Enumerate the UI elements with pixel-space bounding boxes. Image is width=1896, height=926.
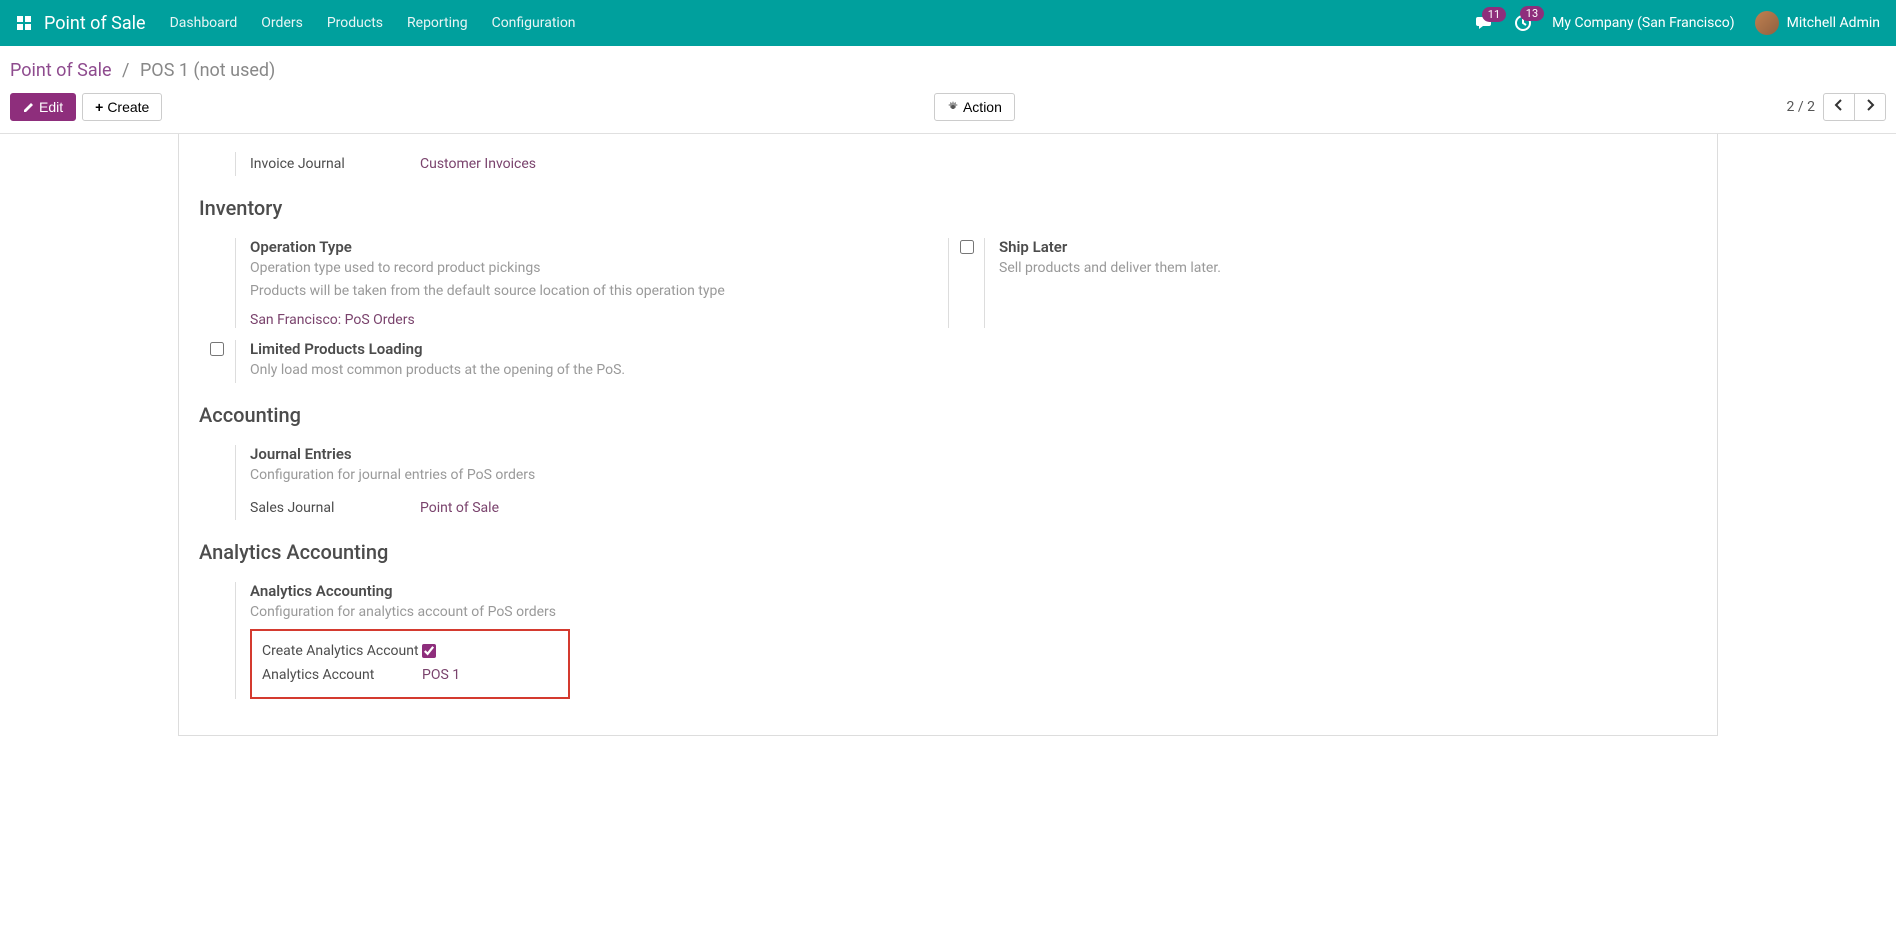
create-analytics-checkbox[interactable] <box>422 644 436 658</box>
analytics-sub-title: Analytics Accounting <box>250 582 1697 600</box>
invoice-journal-value[interactable]: Customer Invoices <box>420 156 536 172</box>
nav-configuration[interactable]: Configuration <box>492 15 576 31</box>
messages-badge: 11 <box>1482 7 1506 22</box>
chevron-right-icon <box>1865 99 1875 111</box>
action-button[interactable]: Action <box>934 93 1015 121</box>
journal-entries-desc: Configuration for journal entries of PoS… <box>250 465 1697 486</box>
ship-later-checkbox[interactable] <box>960 240 974 254</box>
analytics-account-value[interactable]: POS 1 <box>422 667 460 683</box>
nav-reporting[interactable]: Reporting <box>407 15 468 31</box>
create-button[interactable]: + Create <box>82 93 162 121</box>
sales-journal-value[interactable]: Point of Sale <box>420 500 499 516</box>
plus-icon: + <box>95 99 103 115</box>
section-analytics: Analytics Accounting <box>199 540 1697 564</box>
section-inventory: Inventory <box>199 196 1697 220</box>
app-brand[interactable]: Point of Sale <box>44 13 146 34</box>
operation-type-title: Operation Type <box>250 238 948 256</box>
avatar <box>1755 11 1779 35</box>
breadcrumb: Point of Sale / POS 1 (not used) <box>0 46 1896 89</box>
ship-later-desc: Sell products and deliver them later. <box>999 258 1697 279</box>
pager-prev[interactable] <box>1824 94 1854 120</box>
ship-later-title: Ship Later <box>999 238 1697 256</box>
analytics-highlight: Create Analytics Account Analytics Accou… <box>250 629 570 699</box>
messages-icon[interactable]: 11 <box>1476 15 1494 31</box>
user-menu[interactable]: Mitchell Admin <box>1755 11 1880 35</box>
section-accounting: Accounting <box>199 403 1697 427</box>
invoice-journal-label: Invoice Journal <box>250 156 420 172</box>
edit-button[interactable]: Edit <box>10 93 76 121</box>
operation-type-value[interactable]: San Francisco: PoS Orders <box>250 312 415 328</box>
activities-icon[interactable]: 13 <box>1514 14 1532 32</box>
control-bar: Edit + Create Action 2 / 2 <box>0 89 1896 134</box>
breadcrumb-sep: / <box>122 60 129 81</box>
pencil-icon <box>23 101 35 113</box>
chevron-left-icon <box>1834 99 1844 111</box>
analytics-account-label: Analytics Account <box>262 667 422 683</box>
form-sheet: Invoice Journal Customer Invoices Invent… <box>178 134 1718 736</box>
breadcrumb-root[interactable]: Point of Sale <box>10 60 112 81</box>
limited-products-desc: Only load most common products at the op… <box>250 360 1697 381</box>
activities-badge: 13 <box>1520 6 1544 21</box>
user-name: Mitchell Admin <box>1787 15 1880 31</box>
limited-products-checkbox[interactable] <box>210 342 224 356</box>
nav-orders[interactable]: Orders <box>261 15 303 31</box>
create-analytics-label: Create Analytics Account <box>262 643 422 659</box>
operation-type-desc2: Products will be taken from the default … <box>250 281 948 302</box>
analytics-desc: Configuration for analytics account of P… <box>250 602 1697 623</box>
pager-next[interactable] <box>1854 94 1885 120</box>
nav-products[interactable]: Products <box>327 15 383 31</box>
limited-products-title: Limited Products Loading <box>250 340 1697 358</box>
operation-type-desc1: Operation type used to record product pi… <box>250 258 948 279</box>
gear-icon <box>947 101 959 113</box>
pager-text[interactable]: 2 / 2 <box>1787 99 1815 115</box>
company-selector[interactable]: My Company (San Francisco) <box>1552 15 1734 31</box>
nav-dashboard[interactable]: Dashboard <box>170 15 238 31</box>
breadcrumb-current: POS 1 (not used) <box>140 60 275 81</box>
sales-journal-label: Sales Journal <box>250 500 420 516</box>
journal-entries-title: Journal Entries <box>250 445 1697 463</box>
apps-icon[interactable] <box>16 15 32 31</box>
top-navbar: Point of Sale Dashboard Orders Products … <box>0 0 1896 46</box>
